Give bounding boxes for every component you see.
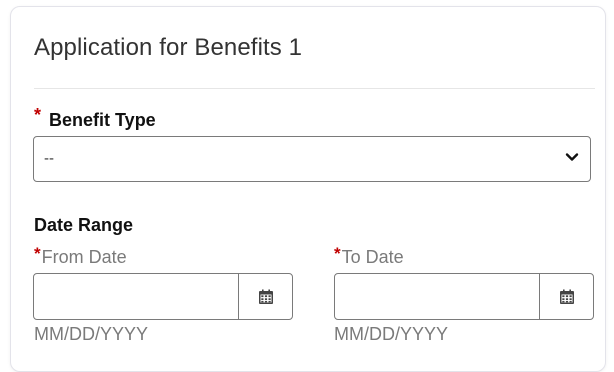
to-date-format-hint: MM/DD/YYYY — [334, 324, 449, 344]
benefit-type-label: * Benefit Type — [34, 105, 156, 131]
to-date-calendar-button[interactable] — [539, 274, 593, 319]
title-divider — [34, 88, 595, 89]
to-date-label-text: To Date — [341, 247, 404, 267]
benefits-application-card: Application for Benefits 1 * Benefit Type… — [10, 6, 606, 372]
calendar-icon — [258, 289, 273, 304]
required-marker: * — [334, 244, 341, 263]
card-title: Application for Benefits 1 — [34, 34, 303, 61]
chevron-down-icon — [565, 153, 579, 161]
calendar-icon — [559, 289, 574, 304]
from-date-group — [33, 273, 293, 320]
date-range-label: Date Range — [34, 215, 134, 235]
required-marker: * — [34, 244, 41, 263]
benefit-type-select[interactable]: -- — [33, 136, 591, 182]
benefit-type-selected-value: -- — [44, 150, 54, 167]
to-date-label: *To Date — [334, 244, 404, 268]
from-date-calendar-button[interactable] — [238, 274, 292, 319]
from-date-format-hint: MM/DD/YYYY — [34, 324, 149, 344]
to-date-group — [334, 273, 594, 320]
required-marker: * — [34, 105, 42, 125]
from-date-label-text: From Date — [41, 247, 127, 267]
from-date-label: *From Date — [34, 244, 127, 268]
to-date-input[interactable] — [335, 274, 539, 319]
from-date-input[interactable] — [34, 274, 238, 319]
benefit-type-label-text: Benefit Type — [49, 110, 156, 130]
